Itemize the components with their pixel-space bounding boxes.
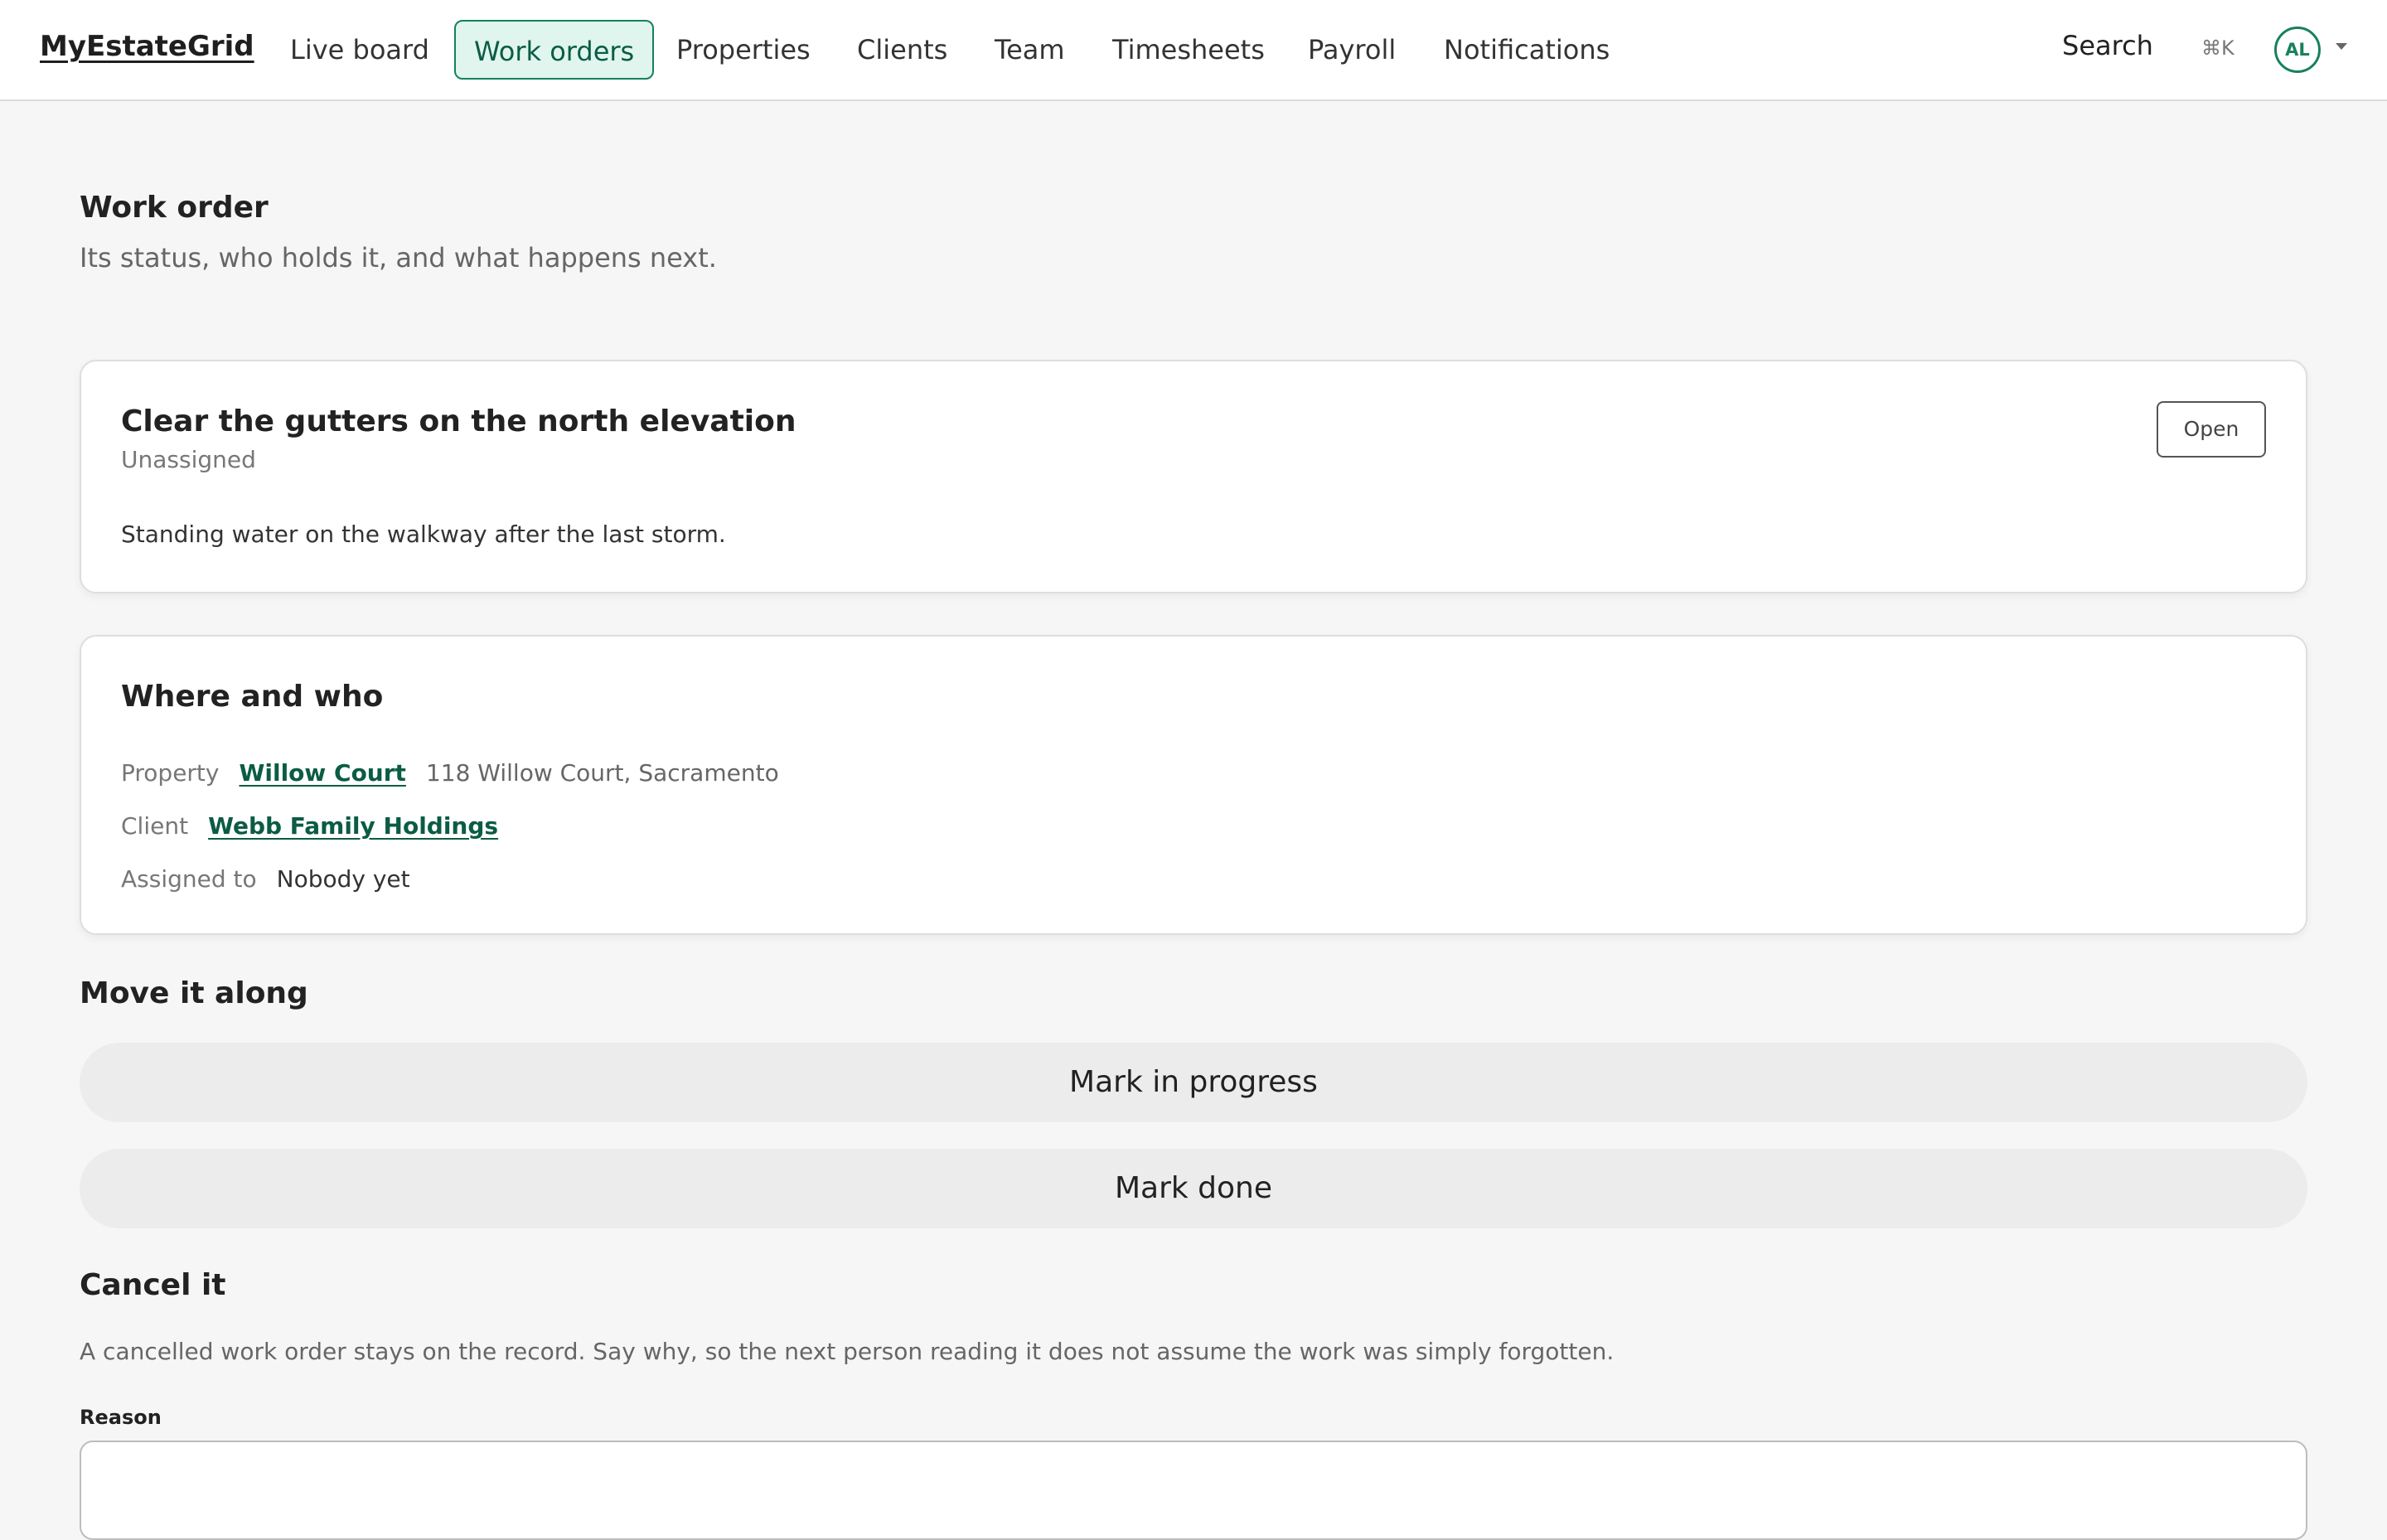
page-title: Work order bbox=[80, 191, 269, 225]
nav-item-properties[interactable]: Properties bbox=[676, 20, 811, 80]
nav-item-clients[interactable]: Clients bbox=[857, 20, 947, 80]
cancel-note: A cancelled work order stays on the reco… bbox=[80, 1338, 1615, 1365]
nav-item-payroll[interactable]: Payroll bbox=[1308, 20, 1396, 80]
property-label: Property bbox=[121, 759, 220, 787]
property-link[interactable]: Willow Court bbox=[239, 759, 405, 787]
property-row: Property Willow Court 118 Willow Court, Sa… bbox=[121, 759, 779, 787]
mark-in-progress-button[interactable]: Mark in progress bbox=[80, 1043, 2307, 1122]
nav-item-notifications[interactable]: Notifications bbox=[1444, 20, 1610, 80]
details-section-title: Where and who bbox=[121, 680, 384, 714]
search-shortcut-hint: ⌘K bbox=[2201, 36, 2234, 60]
status-badge: Open bbox=[2157, 401, 2266, 458]
top-nav-bar: MyEstateGrid Live board Work orders Prop… bbox=[0, 0, 2387, 101]
nav-item-live-board[interactable]: Live board bbox=[290, 20, 429, 80]
assigned-value: Nobody yet bbox=[276, 865, 410, 893]
assigned-row: Assigned to Nobody yet bbox=[121, 865, 410, 893]
cancel-section-title: Cancel it bbox=[80, 1268, 226, 1302]
brand-logo-link[interactable]: MyEstateGrid bbox=[40, 30, 254, 63]
nav-item-team[interactable]: Team bbox=[995, 20, 1065, 80]
assigned-label: Assigned to bbox=[121, 865, 257, 893]
nav-item-timesheets[interactable]: Timesheets bbox=[1112, 20, 1265, 80]
client-label: Client bbox=[121, 812, 189, 840]
where-and-who-card: Where and who Property Willow Court 118 Wi… bbox=[80, 635, 2307, 935]
property-address: 118 Willow Court, Sacramento bbox=[425, 759, 779, 787]
work-order-summary-card: Clear the gutters on the north elevation… bbox=[80, 360, 2307, 593]
client-row: Client Webb Family Holdings bbox=[121, 812, 518, 840]
reason-input[interactable] bbox=[80, 1441, 2307, 1540]
move-along-title: Move it along bbox=[80, 976, 308, 1010]
nav-item-work-orders[interactable]: Work orders bbox=[454, 20, 655, 80]
client-link[interactable]: Webb Family Holdings bbox=[208, 812, 498, 840]
avatar[interactable]: AL bbox=[2274, 27, 2321, 73]
search-button[interactable]: Search bbox=[2062, 30, 2153, 61]
page-subtitle: Its status, who holds it, and what happe… bbox=[80, 242, 717, 274]
chevron-down-icon[interactable] bbox=[2336, 43, 2347, 50]
reason-label: Reason bbox=[80, 1406, 162, 1429]
assignee-status: Unassigned bbox=[121, 446, 256, 473]
mark-done-button[interactable]: Mark done bbox=[80, 1149, 2307, 1228]
work-order-description: Standing water on the walkway after the … bbox=[121, 521, 726, 548]
work-order-title: Clear the gutters on the north elevation bbox=[121, 404, 796, 438]
